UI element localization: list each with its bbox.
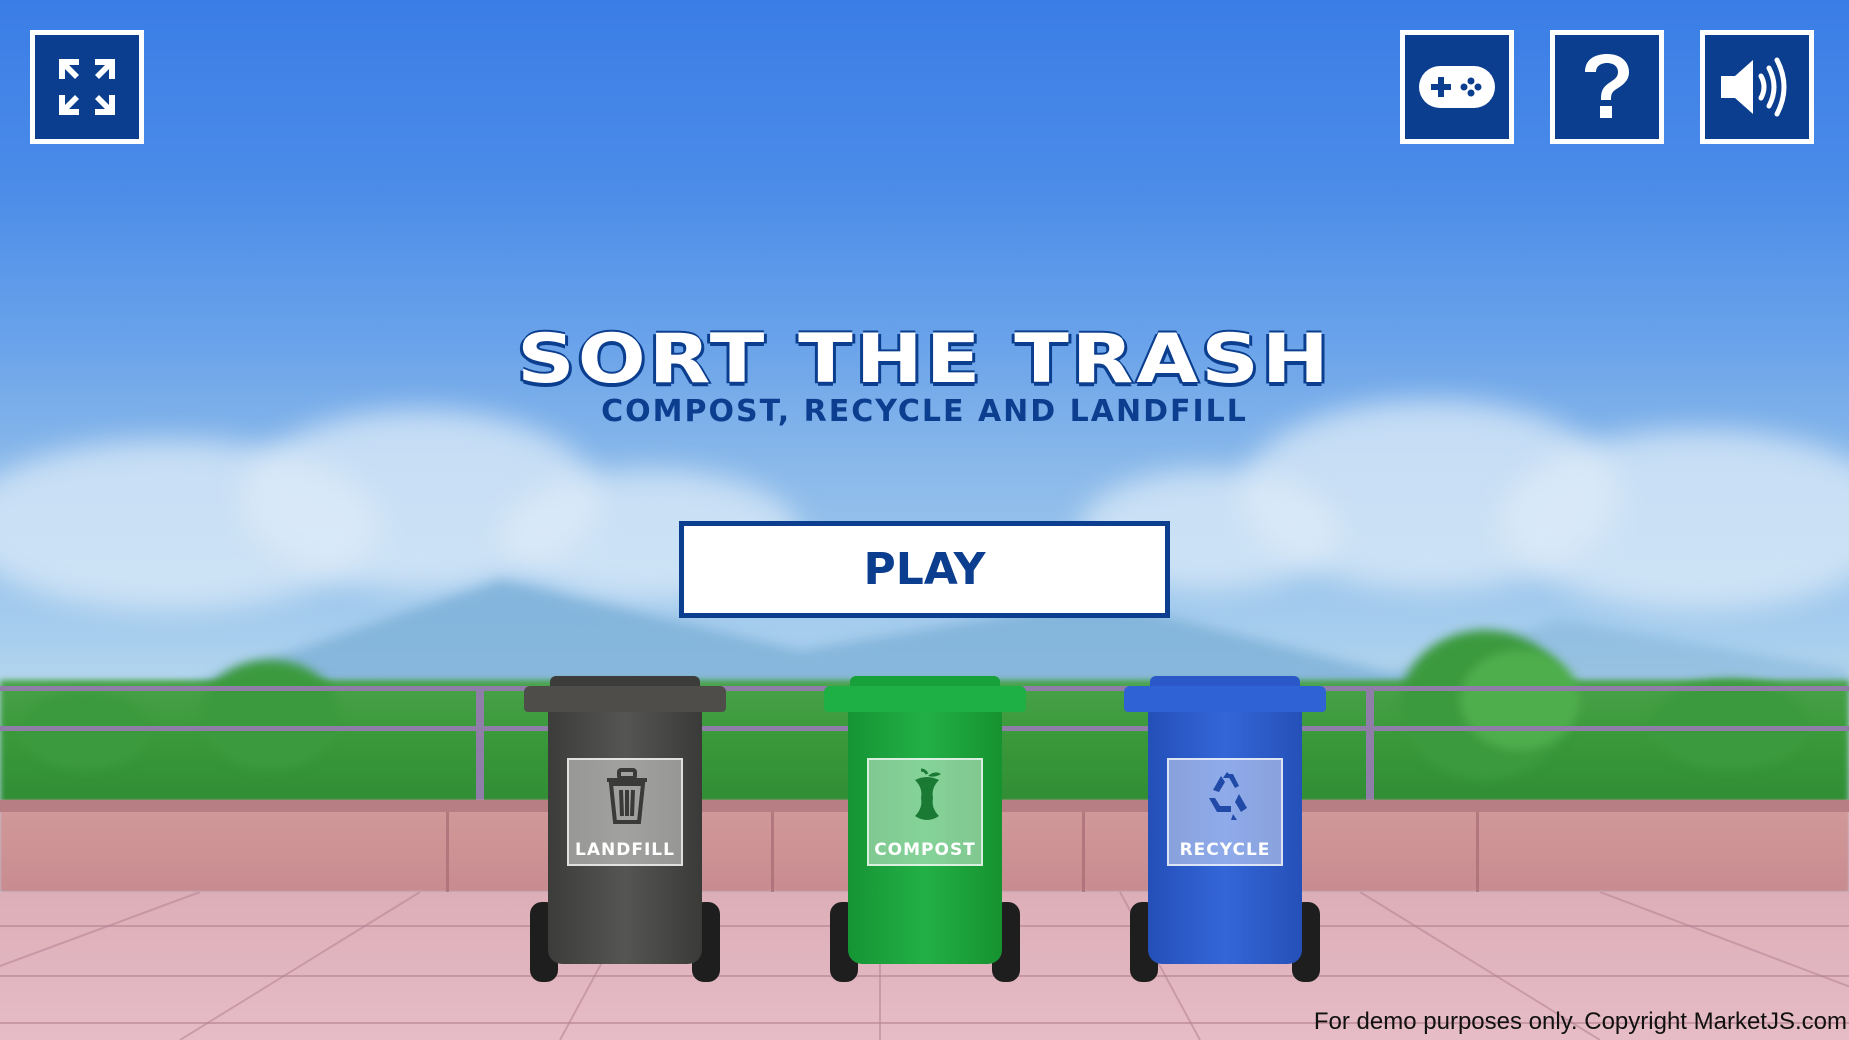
bin-label-panel: COMPOST [867, 758, 983, 866]
game-title: SORT THE TRASH [517, 318, 1332, 399]
landfill-bin: LANDFILL [524, 676, 726, 984]
controls-button[interactable] [1400, 30, 1514, 144]
recycle-icon [1209, 772, 1247, 820]
bin-label-landfill: LANDFILL [575, 840, 675, 860]
play-button[interactable]: PLAY [679, 521, 1170, 618]
game-subtitle: COMPOST, RECYCLE AND LANDFILL [601, 394, 1248, 429]
bin-label-panel: RECYCLE [1167, 758, 1283, 866]
bin-label-compost: COMPOST [874, 840, 976, 860]
expand-arrows-icon [59, 59, 115, 115]
game-stage: SORT THE TRASH COMPOST, RECYCLE AND LAND… [0, 0, 1849, 1040]
recycle-bin: RECYCLE [1124, 676, 1326, 984]
sound-button[interactable] [1700, 30, 1814, 144]
question-mark-icon [1585, 54, 1629, 118]
trash-can-icon [607, 768, 647, 824]
help-button[interactable] [1550, 30, 1664, 144]
compost-bin: COMPOST [824, 676, 1026, 984]
gamepad-icon [1419, 66, 1495, 108]
speaker-volume-icon [1721, 57, 1787, 117]
bin-label-panel: LANDFILL [567, 758, 683, 866]
apple-core-icon [915, 768, 941, 820]
fullscreen-button[interactable] [30, 30, 144, 144]
copyright-notice: For demo purposes only. Copyright Market… [1313, 1008, 1847, 1035]
bin-label-recycle: RECYCLE [1179, 840, 1271, 860]
